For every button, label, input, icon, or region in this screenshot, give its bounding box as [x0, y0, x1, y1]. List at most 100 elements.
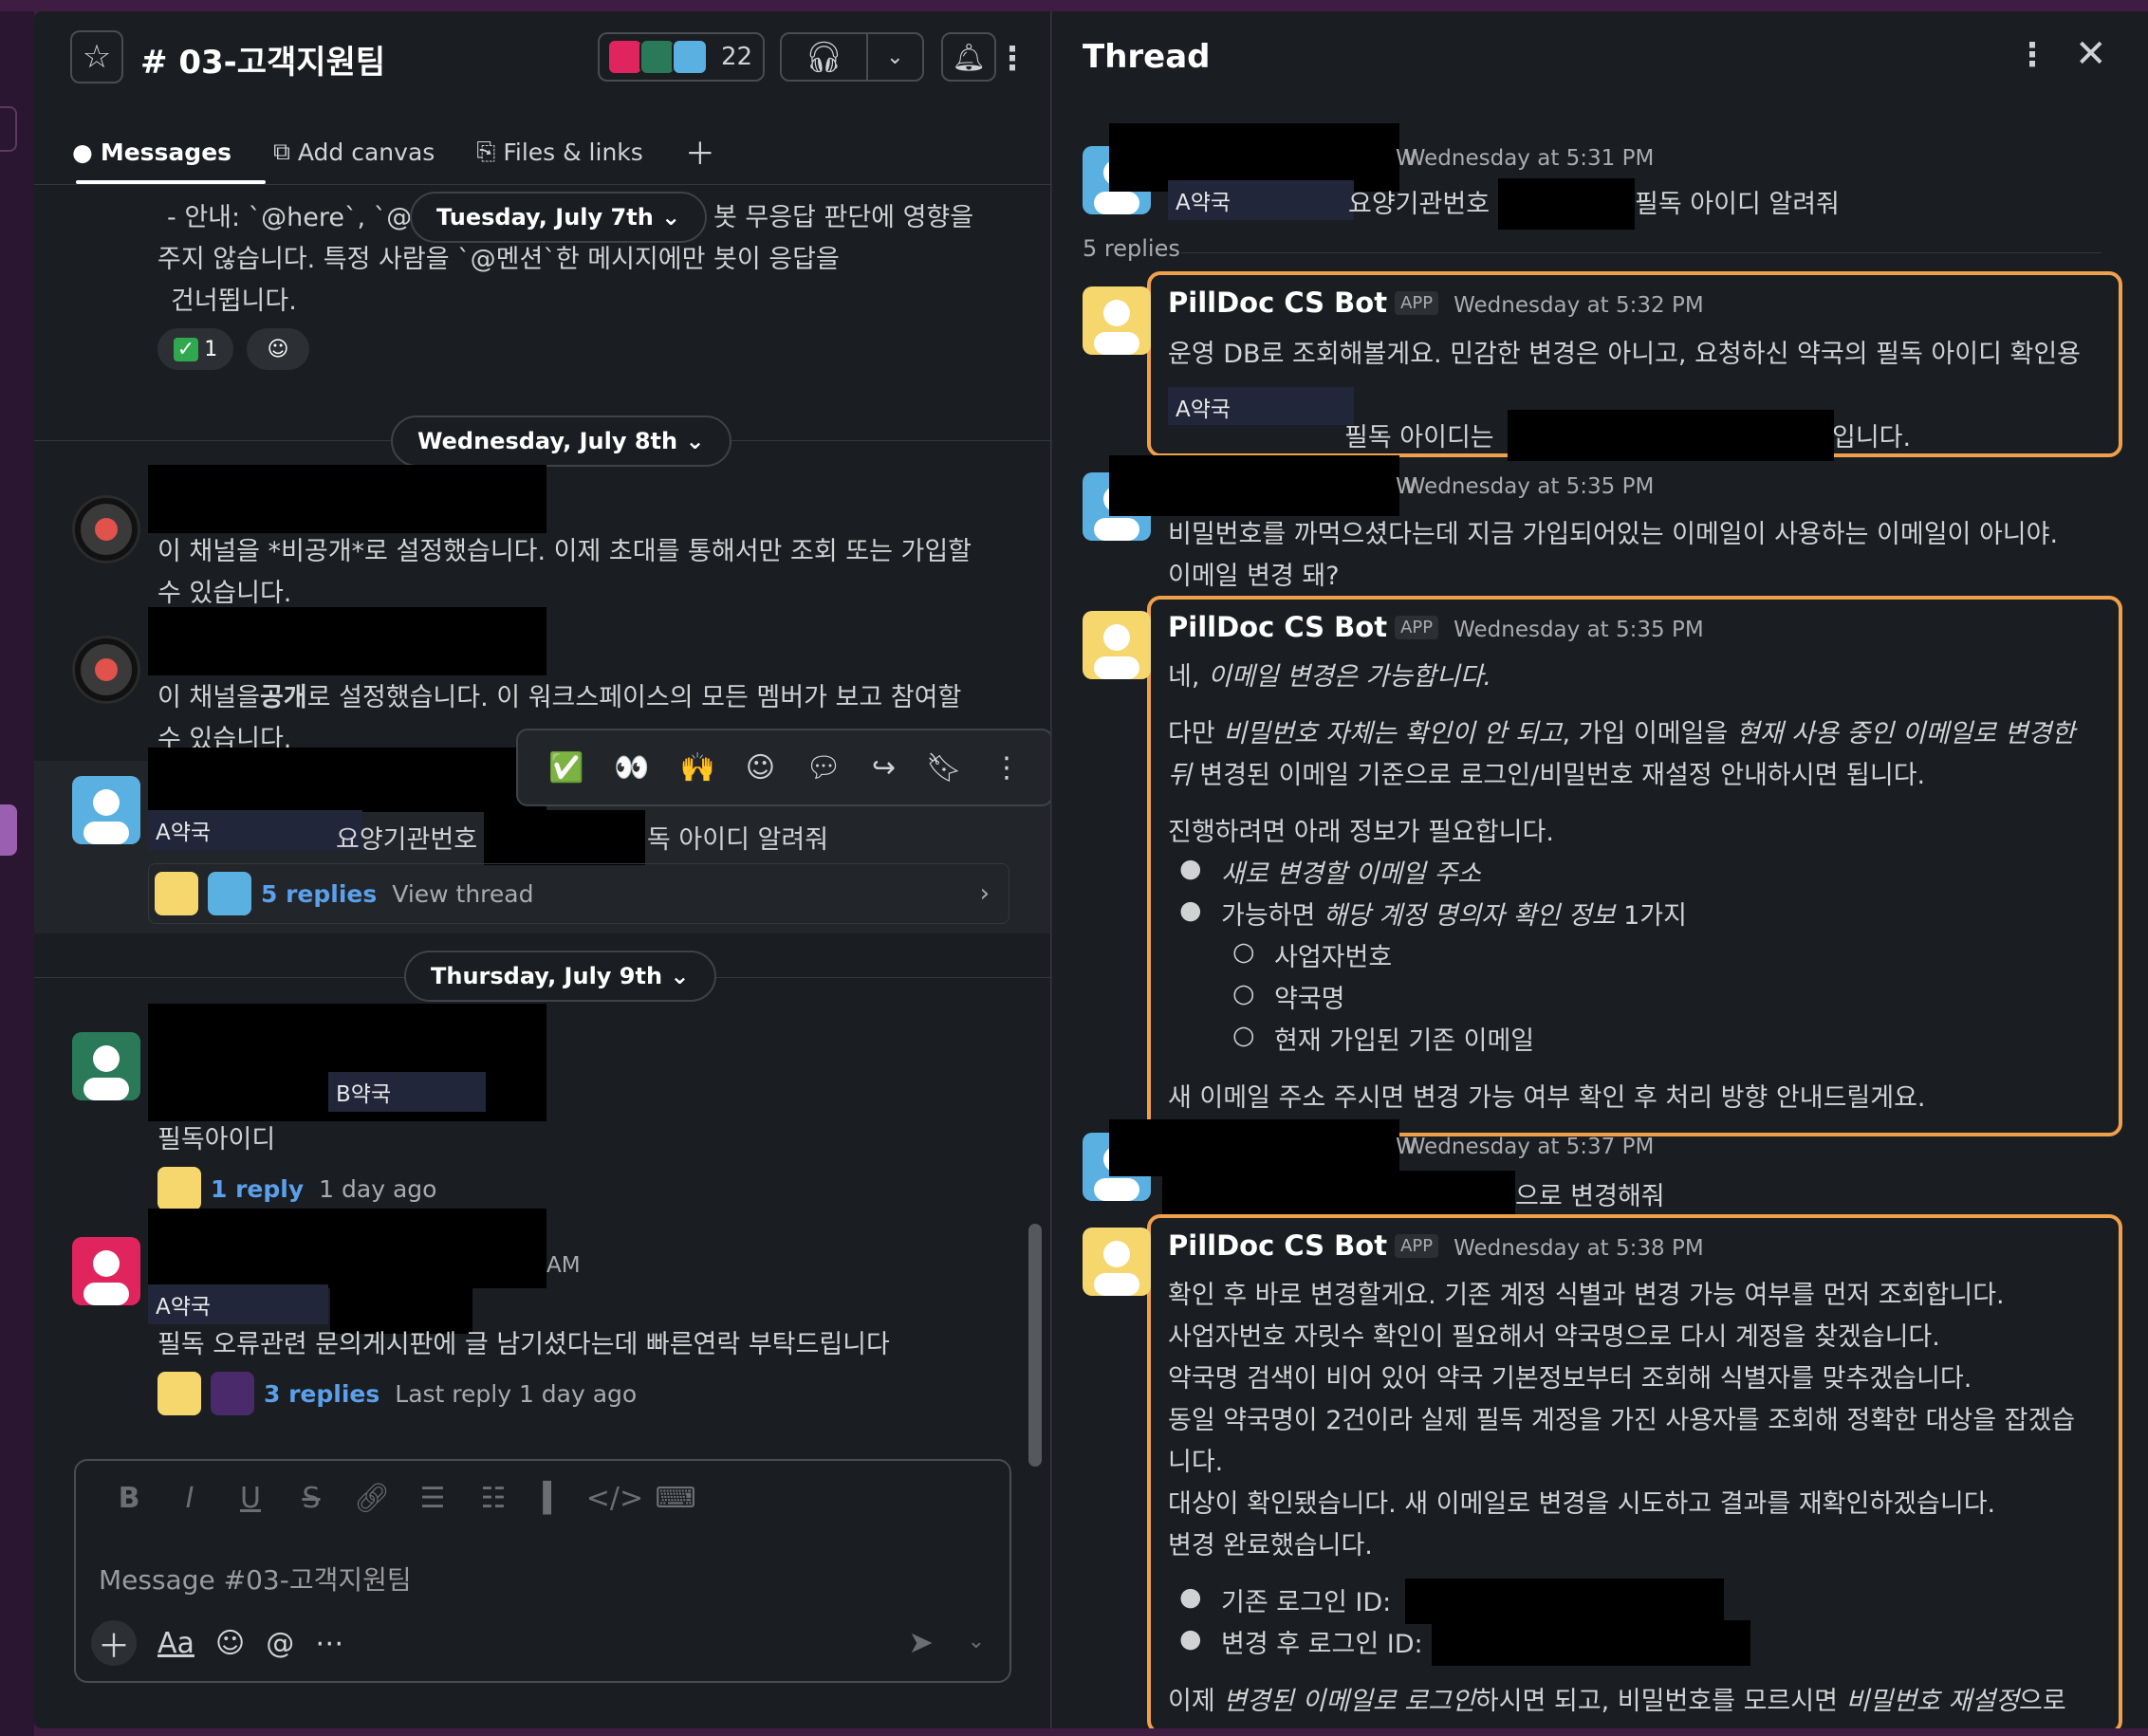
message-text: 건너뜁니다.	[171, 286, 297, 316]
bot-name[interactable]: PillDoc CS Bot	[1168, 1229, 1387, 1262]
check-reaction-icon[interactable]: ✅	[548, 751, 583, 785]
message-text: 필독 오류관련 문의게시판에 글 남기셨다는데 빠른연락 부탁드립니다	[157, 1330, 890, 1359]
reply-thread-icon[interactable]: 💬︎	[806, 751, 842, 785]
huddle-button[interactable]: 🎧︎ ⌄	[780, 32, 924, 82]
code-icon[interactable]: </>	[584, 1482, 645, 1515]
more-icon[interactable]: ⋯	[315, 1627, 343, 1660]
header-divider	[34, 184, 1050, 185]
tab-files-links[interactable]: ⎘ Files & links	[476, 138, 643, 166]
bell-icon[interactable]: 🔔︎	[941, 32, 996, 82]
reaction-check[interactable]: ✓ 1	[157, 328, 233, 370]
message-text: 이제 변경된 이메일로 로그인하시면 되고, 비밀번호를 모르시면 비밀번호 재…	[1168, 1687, 2066, 1716]
redacted-value	[1508, 410, 1834, 461]
bookmark-icon[interactable]: 🔖︎	[926, 751, 962, 785]
person-icon	[1094, 300, 1139, 355]
system-avatar[interactable]	[72, 495, 140, 563]
link-icon[interactable]: 🔗︎	[342, 1482, 402, 1515]
replier-avatar	[157, 1167, 201, 1210]
user-avatar[interactable]	[72, 776, 140, 844]
message-time[interactable]: Wednesday at 5:38 PM	[1454, 1236, 1704, 1261]
app-badge: APP	[1395, 1234, 1439, 1258]
message-text: 확인 후 바로 변경할게요. 기존 계정 식별과 변경 가능 여부를 먼저 조회…	[1168, 1281, 2005, 1310]
chevron-down-icon[interactable]: ⌄	[868, 46, 922, 69]
replies-link[interactable]: 5 replies	[261, 880, 377, 908]
italic-icon[interactable]: I	[159, 1482, 220, 1515]
message-text: 변경 완료했습니다.	[1168, 1531, 1373, 1561]
star-icon[interactable]: ☆	[70, 30, 123, 83]
code-block-icon[interactable]: ⌨︎	[645, 1482, 706, 1515]
message-text: 뒤 변경된 이메일 기준으로 로그인/비밀번호 재설정 안내하시면 됩니다.	[1168, 761, 1926, 790]
bot-avatar[interactable]	[1083, 611, 1151, 679]
replier-avatar	[211, 1372, 254, 1415]
pharmacy-label: B약국	[328, 1072, 486, 1112]
user-avatar[interactable]	[72, 1237, 140, 1305]
user-avatar[interactable]	[72, 1032, 140, 1100]
thread-summary-bar[interactable]: 5 replies View thread ›	[148, 863, 1009, 924]
strikethrough-icon[interactable]: S	[281, 1482, 342, 1515]
share-icon[interactable]: ↪	[872, 751, 896, 785]
replier-avatar	[208, 872, 251, 915]
send-icon[interactable]: ➤	[908, 1624, 934, 1660]
message-time[interactable]: Wednesday at 5:35 PM	[1454, 618, 1704, 642]
channel-title[interactable]: # 03-고객지원팀	[140, 36, 385, 83]
emoji-icon[interactable]: ☺︎	[215, 1627, 245, 1660]
workspace-sidebar-edge	[0, 11, 34, 1736]
view-thread-link[interactable]: View thread	[392, 880, 533, 908]
bold-icon[interactable]: B	[99, 1482, 159, 1515]
thread-title: Thread	[1083, 38, 1211, 76]
text-format-icon[interactable]: Aa	[157, 1627, 194, 1660]
headphones-icon[interactable]: 🎧︎	[782, 34, 868, 80]
member-avatar	[607, 39, 643, 75]
pharmacy-label: A약국	[148, 810, 362, 850]
replies-link[interactable]: 3 replies	[264, 1380, 380, 1408]
replies-count: 5 replies	[1083, 235, 1180, 262]
system-avatar[interactable]	[72, 636, 140, 704]
redacted-value	[1405, 1579, 1724, 1624]
sub-bullet-icon: ○	[1232, 979, 1255, 1008]
bot-avatar[interactable]	[1083, 1228, 1151, 1296]
more-options-icon[interactable]: ⋮	[996, 34, 1028, 83]
scrollbar[interactable]	[1028, 1224, 1042, 1467]
underline-icon[interactable]: U	[220, 1482, 281, 1515]
bulleted-list-icon[interactable]: ☷	[463, 1482, 524, 1515]
message-text: 비밀번호를 까먹으셨다는데 지금 가입되어있는 이메일이 사용하는 이메일이 아…	[1168, 520, 2059, 549]
plus-icon[interactable]: ＋	[91, 1620, 137, 1666]
bot-header: PillDoc CS Bot APP Wednesday at 5:35 PM	[1168, 611, 1704, 643]
date-divider[interactable]: Thursday, July 9th ⌄	[404, 951, 716, 1002]
tab-add-canvas[interactable]: ⧉ Add canvas	[273, 138, 435, 166]
add-tab-icon[interactable]: ＋	[685, 130, 715, 174]
mention-icon[interactable]: @	[266, 1627, 294, 1660]
date-divider[interactable]: Wednesday, July 8th ⌄	[391, 416, 731, 467]
chevron-down-icon[interactable]: ⌄	[968, 1630, 985, 1653]
bot-name[interactable]: PillDoc CS Bot	[1168, 611, 1387, 643]
bot-avatar[interactable]	[1083, 286, 1151, 355]
add-reaction-icon[interactable]: ☺︎	[247, 328, 309, 370]
list-item: 현재 가입된 기존 이메일	[1274, 1026, 1535, 1056]
message-text: 요양기관번호	[1348, 190, 1491, 219]
bot-name[interactable]: PillDoc CS Bot	[1168, 286, 1387, 319]
thread-summary[interactable]: 1 reply 1 day ago	[157, 1167, 436, 1210]
sidebar-edge-active-item[interactable]	[0, 804, 17, 856]
ordered-list-icon[interactable]: ☰	[402, 1482, 463, 1515]
thread-summary[interactable]: 3 replies Last reply 1 day ago	[157, 1372, 637, 1415]
message-composer: B I U S 🔗︎ ☰ ☷ ▍ </> ⌨︎ Message #03-고객지원…	[74, 1459, 1011, 1683]
close-icon[interactable]: ✕	[2075, 32, 2107, 76]
eyes-reaction-icon[interactable]: 👀	[614, 751, 649, 785]
date-divider[interactable]: Tuesday, July 7th ⌄	[410, 192, 708, 243]
raised-hands-reaction-icon[interactable]: 🙌	[679, 751, 714, 785]
tab-messages[interactable]: ● Messages	[72, 139, 231, 166]
message-time[interactable]: Wednesday at 5:32 PM	[1454, 293, 1704, 318]
more-actions-icon[interactable]: ⋮	[992, 751, 1021, 785]
message-text: 이 채널을 *비공개*로 설정했습니다. 이제 초대를 통해서만 조회 또는 가…	[157, 537, 972, 566]
message-text: 네, 이메일 변경은 가능합니다.	[1168, 662, 1492, 692]
more-options-icon[interactable]: ⋮	[2016, 36, 2048, 74]
replies-link[interactable]: 1 reply	[211, 1175, 304, 1203]
channel-header: ☆ # 03-고객지원팀 22 🎧︎ ⌄ 🔔︎ ⋮	[34, 11, 1050, 116]
redacted-value	[484, 810, 645, 865]
add-reaction-icon[interactable]: ☺︎	[746, 751, 775, 785]
person-icon	[83, 1045, 129, 1100]
members-button[interactable]: 22	[598, 32, 765, 82]
message-input[interactable]: Message #03-고객지원팀	[99, 1560, 412, 1597]
sidebar-edge-item[interactable]	[0, 106, 17, 152]
blockquote-icon[interactable]: ▍	[524, 1482, 584, 1515]
